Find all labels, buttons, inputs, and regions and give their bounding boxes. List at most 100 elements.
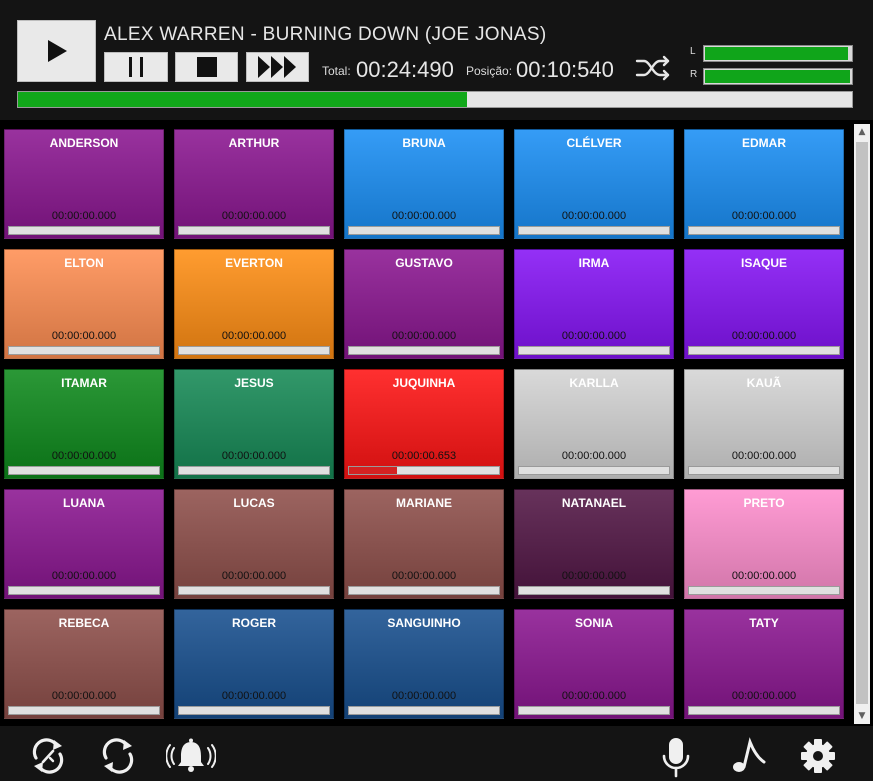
sound-pad-time: 00:00:00.000 <box>731 570 797 582</box>
sound-pad-progress-bar <box>518 586 670 595</box>
sound-pad-progress-bar <box>8 706 160 715</box>
sound-pad-time: 00:00:00.000 <box>391 690 457 702</box>
sound-pad-time: 00:00:00.000 <box>561 690 627 702</box>
sound-pad-label: ARTHUR <box>228 136 280 150</box>
sound-pad[interactable]: ANDERSON 00:00:00.000 <box>4 129 164 239</box>
sound-pad[interactable]: SONIA 00:00:00.000 <box>514 609 674 719</box>
repeat-all-button[interactable] <box>28 736 68 776</box>
sound-pad[interactable]: JUQUINHA 00:00:00.653 <box>344 369 504 479</box>
vu-left-label: L <box>690 46 696 57</box>
refresh-icon <box>102 738 134 774</box>
sound-pad-progress-bar <box>348 346 500 355</box>
sound-pad-progress-fill <box>349 467 397 474</box>
sound-pad-progress-bar <box>8 466 160 475</box>
sound-pad-progress-bar <box>688 706 840 715</box>
sound-pad-progress-bar <box>348 226 500 235</box>
microphone-button[interactable] <box>656 736 696 778</box>
shuffle-icon <box>635 55 670 81</box>
sound-pad-progress-bar <box>518 706 670 715</box>
sound-pad-label: EDMAR <box>742 136 786 150</box>
sound-pad-time: 00:00:00.000 <box>561 450 627 462</box>
sound-pad[interactable]: GUSTAVO 00:00:00.000 <box>344 249 504 359</box>
sound-pad-label: KARLLA <box>569 376 619 390</box>
sound-pad-label: SONIA <box>574 616 613 630</box>
sound-pad-progress-bar <box>518 346 670 355</box>
scroll-up-arrow[interactable]: ▲ <box>854 124 870 140</box>
scroll-thumb[interactable] <box>856 142 868 704</box>
sound-pad[interactable]: REBECA 00:00:00.000 <box>4 609 164 719</box>
track-progress-bar[interactable] <box>17 91 853 108</box>
sound-pad[interactable]: IRMA 00:00:00.000 <box>514 249 674 359</box>
bell-button[interactable] <box>165 736 217 776</box>
sound-pad-progress-bar <box>8 586 160 595</box>
fast-forward-button[interactable] <box>246 52 309 82</box>
sound-pad-time: 00:00:00.000 <box>51 690 117 702</box>
stop-icon <box>196 57 217 77</box>
sound-pad-progress-bar <box>178 346 330 355</box>
sound-pad[interactable]: LUANA 00:00:00.000 <box>4 489 164 599</box>
sound-pad[interactable]: MARIANE 00:00:00.000 <box>344 489 504 599</box>
vu-meter-left <box>703 45 853 62</box>
scroll-down-arrow[interactable]: ▼ <box>854 708 870 724</box>
sound-pad-time: 00:00:00.000 <box>51 570 117 582</box>
sound-pad[interactable]: ISAQUE 00:00:00.000 <box>684 249 844 359</box>
sound-pad-time: 00:00:00.653 <box>391 450 457 462</box>
sound-pad-label: KAUÃ <box>746 376 782 390</box>
vertical-scrollbar[interactable]: ▲ ▼ <box>854 124 870 724</box>
position-time: 00:10:540 <box>516 57 614 82</box>
vu-left-fill <box>705 47 849 60</box>
vu-right-fill <box>705 70 850 83</box>
music-note-button[interactable] <box>728 736 768 776</box>
fast-forward-icon <box>257 56 296 78</box>
sound-pad-time: 00:00:00.000 <box>391 330 457 342</box>
sound-pad[interactable]: PRETO 00:00:00.000 <box>684 489 844 599</box>
sound-pad[interactable]: NATANAEL 00:00:00.000 <box>514 489 674 599</box>
sound-pad-label: CLÉLVER <box>566 136 622 150</box>
sound-pad-label: PRETO <box>743 496 785 510</box>
sound-pad[interactable]: ARTHUR 00:00:00.000 <box>174 129 334 239</box>
sound-pad[interactable]: SANGUINHO 00:00:00.000 <box>344 609 504 719</box>
sound-pad[interactable]: TATY 00:00:00.000 <box>684 609 844 719</box>
sound-pad[interactable]: EDMAR 00:00:00.000 <box>684 129 844 239</box>
sound-pad-time: 00:00:00.000 <box>221 210 287 222</box>
track-progress-fill <box>18 92 467 107</box>
pause-button[interactable] <box>104 52 168 82</box>
sound-pad[interactable]: ROGER 00:00:00.000 <box>174 609 334 719</box>
sound-pad[interactable]: BRUNA 00:00:00.000 <box>344 129 504 239</box>
position-label: Posição: <box>466 64 513 78</box>
gear-icon <box>801 739 835 773</box>
play-button[interactable] <box>17 20 96 82</box>
sound-pad[interactable]: EVERTON 00:00:00.000 <box>174 249 334 359</box>
sound-pad-time: 00:00:00.000 <box>561 330 627 342</box>
sound-pad[interactable]: ITAMAR 00:00:00.000 <box>4 369 164 479</box>
refresh-button[interactable] <box>98 736 138 776</box>
sound-pad[interactable]: CLÉLVER 00:00:00.000 <box>514 129 674 239</box>
player-header: ALEX WARREN - BURNING DOWN (JOE JONAS) T… <box>0 0 873 120</box>
sound-pad-time: 00:00:00.000 <box>51 330 117 342</box>
sound-pad[interactable]: KARLLA 00:00:00.000 <box>514 369 674 479</box>
sound-pad-label: LUANA <box>63 496 105 510</box>
settings-button[interactable] <box>798 736 838 776</box>
sound-pad-progress-bar <box>688 466 840 475</box>
sound-pad-time: 00:00:00.000 <box>731 690 797 702</box>
pause-icon <box>129 57 143 77</box>
sound-pad-progress-bar <box>688 226 840 235</box>
sound-pad-progress-bar <box>518 466 670 475</box>
sound-pad-time: 00:00:00.000 <box>561 210 627 222</box>
sound-pad-label: JESUS <box>234 376 274 390</box>
sound-pad[interactable]: ELTON 00:00:00.000 <box>4 249 164 359</box>
sound-pad-label: GUSTAVO <box>395 256 453 270</box>
sound-pad-label: MARIANE <box>396 496 452 510</box>
sound-pad[interactable]: JESUS 00:00:00.000 <box>174 369 334 479</box>
sound-pad-label: ANDERSON <box>49 136 119 150</box>
stop-button[interactable] <box>175 52 238 82</box>
bell-icon <box>165 738 217 772</box>
sound-pad[interactable]: LUCAS 00:00:00.000 <box>174 489 334 599</box>
sound-pad-progress-bar <box>518 226 670 235</box>
sound-pad[interactable]: KAUÃ 00:00:00.000 <box>684 369 844 479</box>
sound-pad-label: EVERTON <box>225 256 283 270</box>
track-title: ALEX WARREN - BURNING DOWN (JOE JONAS) <box>104 24 547 45</box>
shuffle-button[interactable] <box>635 54 673 82</box>
sound-pad-label: ITAMAR <box>61 376 107 390</box>
microphone-icon <box>662 738 690 778</box>
